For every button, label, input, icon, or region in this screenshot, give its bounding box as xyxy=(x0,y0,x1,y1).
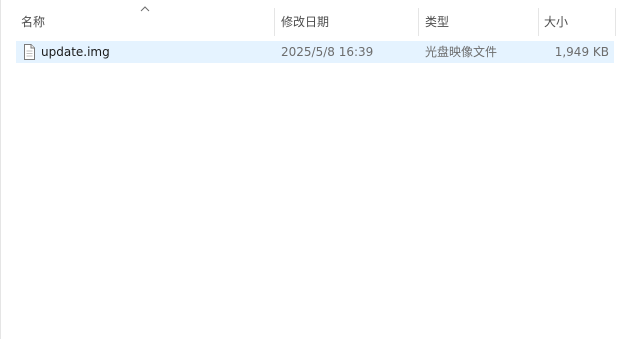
column-header-modified[interactable]: 修改日期 xyxy=(281,8,329,36)
file-modified-date: 2025/5/8 16:39 xyxy=(281,45,374,59)
column-header-bar: 名称 修改日期 类型 大小 xyxy=(1,6,619,36)
file-type: 光盘映像文件 xyxy=(425,45,498,59)
file-list-pane: 名称 修改日期 类型 大小 update.img 2025/5/8 16:39 … xyxy=(0,0,619,339)
chevron-up-icon xyxy=(140,6,150,12)
file-row[interactable]: update.img 2025/5/8 16:39 光盘映像文件 1,949 K… xyxy=(16,41,614,63)
file-icon xyxy=(24,44,35,60)
column-header-size[interactable]: 大小 xyxy=(544,8,568,36)
column-divider[interactable] xyxy=(418,8,419,36)
column-header-type[interactable]: 类型 xyxy=(425,8,449,36)
column-divider[interactable] xyxy=(538,8,539,36)
column-divider[interactable] xyxy=(615,8,616,36)
file-name[interactable]: update.img xyxy=(41,42,110,62)
column-header-name[interactable]: 名称 xyxy=(21,8,45,36)
file-size: 1,949 KB xyxy=(554,45,609,59)
column-divider[interactable] xyxy=(274,8,275,36)
